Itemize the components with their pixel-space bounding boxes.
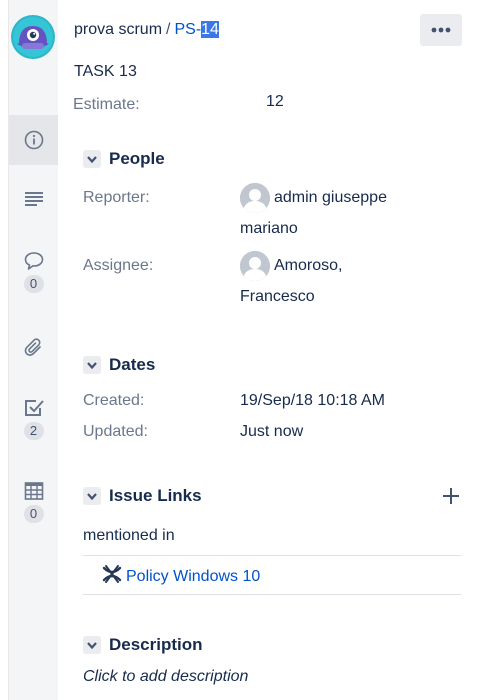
table-count-badge: 0 xyxy=(23,505,44,523)
link-divider-top xyxy=(83,555,461,556)
issue-panel: 0 2 0 prova scrum / PS-14 TASK 13 Estima… xyxy=(0,0,477,700)
created-value: 19/Sep/18 10:18 AM xyxy=(240,392,385,409)
ellipsis-icon xyxy=(431,27,451,33)
panel-edge xyxy=(0,0,9,700)
breadcrumb-separator: / xyxy=(166,21,171,38)
chevron-down-icon xyxy=(83,636,101,654)
estimate-label: Estimate: xyxy=(73,96,140,113)
chevron-down-icon xyxy=(83,150,101,168)
issue-sidebar: 0 2 0 xyxy=(9,0,58,700)
details-tab[interactable] xyxy=(9,115,58,165)
linked-issue-title: Policy Windows 10 xyxy=(126,567,261,585)
checkbox-icon xyxy=(23,397,45,419)
breadcrumb: prova scrum / PS-14 xyxy=(74,21,219,39)
chevron-down-icon xyxy=(83,487,101,505)
info-icon xyxy=(23,129,45,151)
attachments-tab[interactable] xyxy=(9,336,58,358)
assignee-name-line2: Francesco xyxy=(240,288,315,305)
reporter-name-line2: mariano xyxy=(240,220,298,237)
text-lines-icon xyxy=(23,188,45,210)
project-link[interactable]: prova scrum xyxy=(74,21,162,38)
link-type-label: mentioned in xyxy=(83,527,175,544)
reporter-value[interactable]: admin giuseppe xyxy=(240,183,387,213)
comments-tab[interactable]: 0 xyxy=(9,250,58,293)
paperclip-icon xyxy=(23,336,45,358)
people-section-toggle[interactable]: People xyxy=(83,149,165,169)
people-section-title: People xyxy=(109,149,165,168)
confluence-page-icon xyxy=(102,564,122,589)
comment-icon xyxy=(23,250,45,272)
description-tab[interactable] xyxy=(9,188,58,210)
assignee-value[interactable]: Amoroso, xyxy=(240,251,342,281)
issue-key-link[interactable]: PS-14 xyxy=(174,21,219,38)
more-actions-button[interactable] xyxy=(420,14,462,46)
issue-links-section-toggle[interactable]: Issue Links xyxy=(83,486,202,506)
link-divider-bottom xyxy=(83,594,461,595)
checklist-count-badge: 2 xyxy=(23,422,44,440)
assignee-label: Assignee: xyxy=(83,257,154,274)
estimate-value[interactable]: 12 xyxy=(266,93,284,111)
description-section-toggle[interactable]: Description xyxy=(83,635,203,655)
dates-section-toggle[interactable]: Dates xyxy=(83,355,155,375)
add-issue-link-button[interactable] xyxy=(440,485,462,507)
project-avatar[interactable] xyxy=(10,14,56,60)
assignee-avatar xyxy=(240,251,270,281)
description-section-title: Description xyxy=(109,635,203,654)
issue-summary[interactable]: TASK 13 xyxy=(74,63,137,81)
dates-section-title: Dates xyxy=(109,355,156,374)
description-placeholder[interactable]: Click to add description xyxy=(83,668,248,686)
reporter-label: Reporter: xyxy=(83,189,150,206)
issue-key-selected-text: 14 xyxy=(201,21,219,38)
created-label: Created: xyxy=(83,392,145,409)
reporter-name-line1: admin giuseppe xyxy=(274,189,387,207)
table-icon xyxy=(23,480,45,502)
assignee-name-line1: Amoroso, xyxy=(274,257,343,275)
table-tab[interactable]: 0 xyxy=(9,480,58,523)
linked-issue-link[interactable]: Policy Windows 10 xyxy=(102,564,260,589)
updated-label: Updated: xyxy=(83,423,148,440)
comments-count-badge: 0 xyxy=(23,275,44,293)
issue-details: prova scrum / PS-14 TASK 13 Estimate: 12 P… xyxy=(72,0,467,700)
reporter-avatar xyxy=(240,183,270,213)
issue-key-prefix: PS- xyxy=(174,21,202,38)
chevron-down-icon xyxy=(83,356,101,374)
plus-icon xyxy=(443,488,459,504)
updated-value: Just now xyxy=(240,423,304,440)
issue-links-section-title: Issue Links xyxy=(109,486,202,505)
checklist-tab[interactable]: 2 xyxy=(9,397,58,440)
